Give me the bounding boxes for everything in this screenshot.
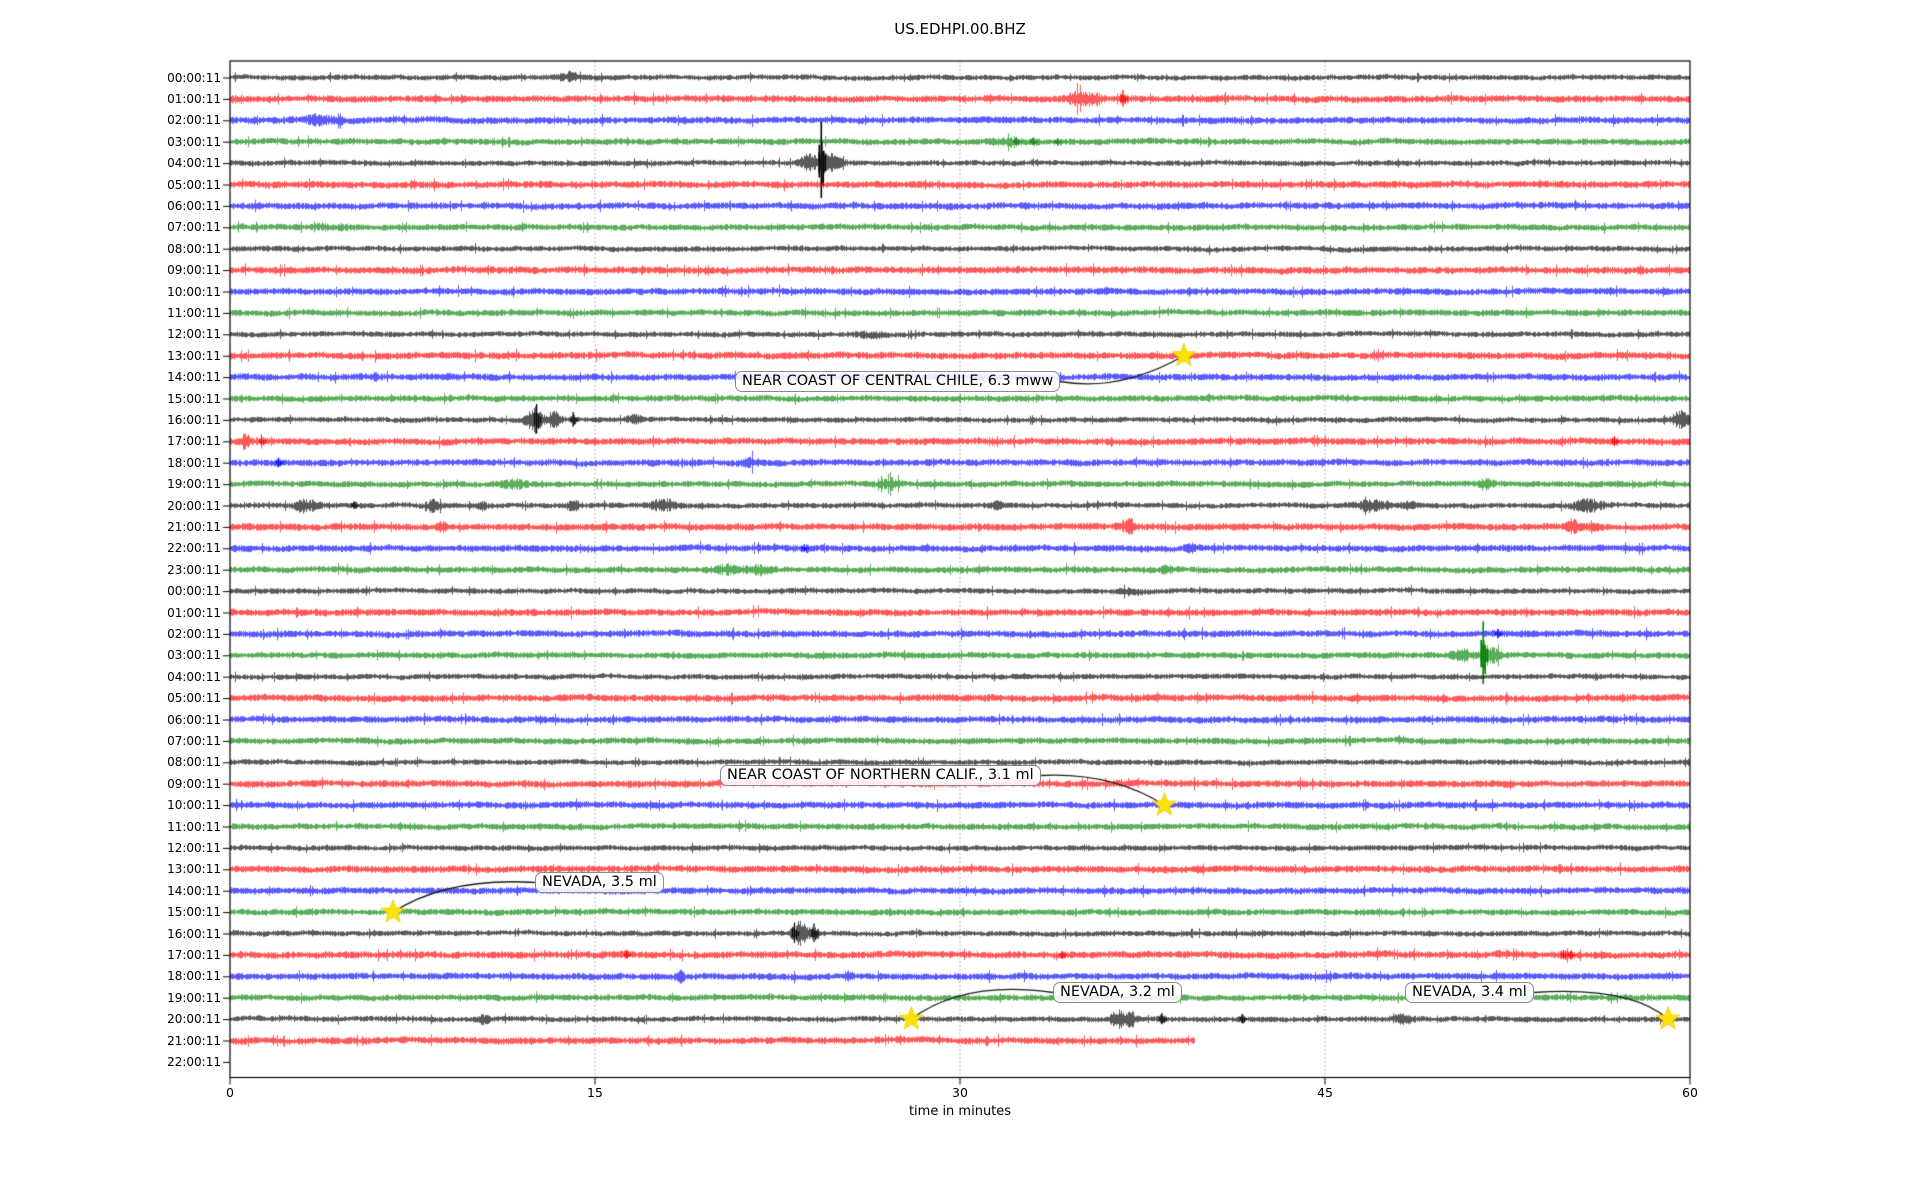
y-axis-tick-label: 13:00:11 (167, 862, 221, 877)
y-axis-tick-label: 09:00:11 (167, 263, 221, 278)
y-axis-tick-label: 08:00:11 (167, 241, 221, 256)
y-axis-tick-label: 21:00:11 (167, 519, 221, 534)
plot-title: US.EDHPI.00.BHZ (894, 20, 1026, 38)
y-axis-tick-label: 16:00:11 (167, 926, 221, 941)
helicorder-page: US.EDHPI.00.BHZ 00:00:11 01:00:11 02:00:11… (0, 0, 1920, 1200)
x-tick-label-45: 45 (1317, 1085, 1333, 1100)
y-axis-tick-label: 22:00:11 (167, 541, 221, 556)
y-axis-tick-label: 03:00:11 (167, 134, 221, 149)
y-axis-tick-label: 14:00:11 (167, 883, 221, 898)
y-axis-tick-label: 06:00:11 (167, 198, 221, 213)
x-tick-label-15: 15 (587, 1085, 603, 1100)
y-axis-tick-label: 19:00:11 (167, 477, 221, 492)
y-axis-tick-label: 23:00:11 (167, 562, 221, 577)
y-axis-tick-label: 13:00:11 (167, 348, 221, 363)
y-axis-tick-label: 04:00:11 (167, 156, 221, 171)
y-axis-tick-label: 02:00:11 (167, 113, 221, 128)
y-axis-tick-label: 12:00:11 (167, 327, 221, 342)
y-axis-tick-label: 21:00:11 (167, 1033, 221, 1048)
y-axis-tick-label: 10:00:11 (167, 798, 221, 813)
y-axis-tick-label: 03:00:11 (167, 648, 221, 663)
event-annotation-nevada-35: NEVADA, 3.5 ml (535, 872, 664, 893)
y-axis-tick-label: 00:00:11 (167, 584, 221, 599)
y-axis-tick-label: 15:00:11 (167, 391, 221, 406)
y-axis-tick-label: 05:00:11 (167, 691, 221, 706)
y-axis-tick-label: 07:00:11 (167, 733, 221, 748)
y-axis-tick-label: 19:00:11 (167, 990, 221, 1005)
x-tick-label-0: 0 (226, 1085, 234, 1100)
x-axis-label: time in minutes (908, 1104, 1012, 1119)
y-axis-tick-label: 14:00:11 (167, 370, 221, 385)
y-axis-tick-label: 07:00:11 (167, 220, 221, 235)
y-axis-tick-label: 15:00:11 (167, 905, 221, 920)
y-axis-tick-label: 11:00:11 (167, 305, 221, 320)
event-annotation-nevada-34: NEVADA, 3.4 ml (1405, 982, 1534, 1003)
y-axis-tick-label: 04:00:11 (167, 669, 221, 684)
x-tick-label-30: 30 (952, 1085, 968, 1100)
y-axis-tick-label: 10:00:11 (167, 284, 221, 299)
y-axis-tick-label: 08:00:11 (167, 755, 221, 770)
y-axis-tick-label: 00:00:11 (167, 70, 221, 85)
y-axis-tick-label: 12:00:11 (167, 840, 221, 855)
y-axis-tick-label: 16:00:11 (167, 412, 221, 427)
y-axis-tick-label: 11:00:11 (167, 819, 221, 834)
y-axis-tick-label: 20:00:11 (167, 498, 221, 513)
x-tick-label-60: 60 (1682, 1085, 1698, 1100)
y-axis-tick-label: 09:00:11 (167, 776, 221, 791)
y-axis-tick-label: 05:00:11 (167, 177, 221, 192)
y-axis-tick-label: 01:00:11 (167, 605, 221, 620)
y-axis-tick-label: 02:00:11 (167, 626, 221, 641)
event-annotation-chile: NEAR COAST OF CENTRAL CHILE, 6.3 mww (735, 371, 1061, 392)
y-axis-tick-label: 18:00:11 (167, 969, 221, 984)
y-axis-tick-label: 20:00:11 (167, 1012, 221, 1027)
y-axis-tick-label: 06:00:11 (167, 712, 221, 727)
event-annotation-nevada-32: NEVADA, 3.2 ml (1053, 982, 1182, 1003)
event-annotation-north-calif: NEAR COAST OF NORTHERN CALIF., 3.1 ml (720, 765, 1041, 786)
y-axis-tick-label: 17:00:11 (167, 947, 221, 962)
y-axis-tick-label: 17:00:11 (167, 434, 221, 449)
y-axis-tick-label: 22:00:11 (167, 1054, 221, 1069)
y-axis-tick-label: 18:00:11 (167, 455, 221, 470)
y-axis-tick-label: 01:00:11 (167, 91, 221, 106)
seismogram-plot-canvas (0, 0, 1920, 1200)
